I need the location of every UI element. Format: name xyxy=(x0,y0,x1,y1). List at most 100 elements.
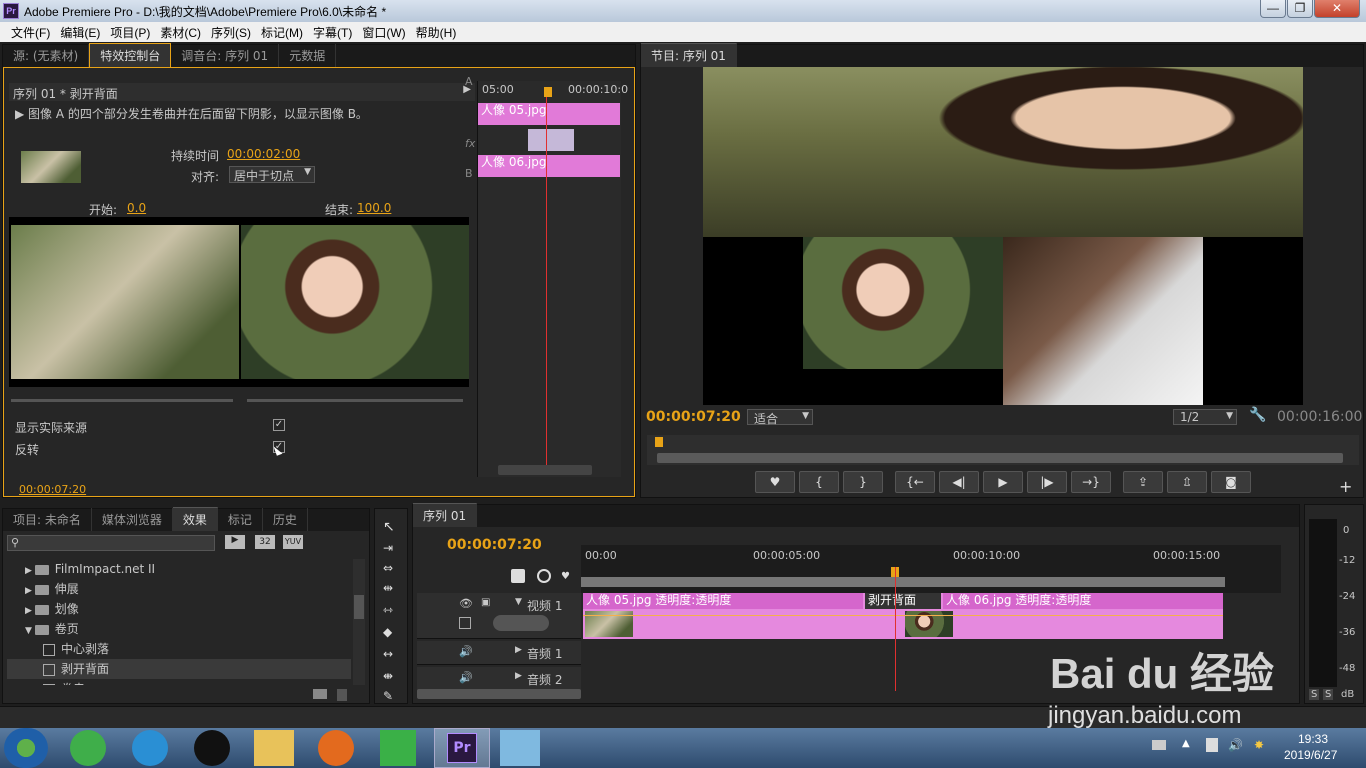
show-source-checkbox[interactable]: ✓ xyxy=(273,419,285,431)
pen-tool-icon[interactable]: ✎ xyxy=(383,689,393,703)
taskbar-browser360-icon[interactable] xyxy=(70,730,106,766)
go-to-out-button[interactable]: →} xyxy=(1071,471,1111,493)
tree-scroll-thumb[interactable] xyxy=(354,595,364,619)
slip-tool-icon[interactable]: ↔ xyxy=(383,647,393,661)
end-slider-track[interactable] xyxy=(247,399,463,402)
mark-in-button[interactable]: { xyxy=(799,471,839,493)
play-button[interactable]: ▶ xyxy=(983,471,1023,493)
menu-window[interactable]: 窗口(W) xyxy=(357,24,410,41)
set-encore-marker-icon[interactable] xyxy=(537,569,551,583)
mini-clip-b[interactable]: 人像 06.jpg xyxy=(478,155,620,177)
tree-item[interactable]: 剥开背面 xyxy=(7,659,351,679)
align-dropdown[interactable]: 居中于切点 ▼ xyxy=(229,166,315,183)
start-button[interactable] xyxy=(4,728,48,768)
tree-item[interactable]: ▶ 划像 xyxy=(7,599,351,619)
ripple-edit-tool-icon[interactable]: ⇔ xyxy=(383,561,393,575)
export-frame-button[interactable]: ◙ xyxy=(1211,471,1251,493)
tray-flag-icon[interactable] xyxy=(1206,738,1218,752)
minimize-button[interactable]: — xyxy=(1260,0,1286,18)
tray-keyboard-icon[interactable] xyxy=(1152,740,1166,750)
close-button[interactable]: ✕ xyxy=(1314,0,1360,18)
rate-stretch-tool-icon[interactable]: ⇿ xyxy=(383,603,393,617)
snap-icon[interactable] xyxy=(511,569,525,583)
chevron-down-icon[interactable]: ▼ xyxy=(25,626,35,636)
tab-program[interactable]: 节目: 序列 01 xyxy=(641,43,737,67)
step-back-button[interactable]: ◀| xyxy=(939,471,979,493)
tree-item[interactable]: ▶ 伸展 xyxy=(7,579,351,599)
transition-peel-back[interactable]: 剥开背面 xyxy=(865,593,941,609)
end-value[interactable]: 100.0 xyxy=(357,201,391,215)
timeline-zoom-scrollbar[interactable] xyxy=(417,689,581,699)
program-playhead-icon[interactable] xyxy=(655,437,663,447)
program-scrub-bar[interactable] xyxy=(647,435,1359,465)
tray-volume-icon[interactable]: 🔊 xyxy=(1228,738,1243,752)
track-select-tool-icon[interactable]: ⇥ xyxy=(383,541,393,555)
mini-clip-a[interactable]: 人像 05.jpg xyxy=(478,103,620,125)
step-forward-button[interactable]: |▶ xyxy=(1027,471,1067,493)
speaker-icon[interactable]: 🔊 xyxy=(459,645,473,658)
go-to-in-button[interactable]: {← xyxy=(895,471,935,493)
add-button-icon[interactable]: + xyxy=(1339,477,1352,496)
menu-project[interactable]: 项目(P) xyxy=(105,24,155,41)
tree-item[interactable]: 中心剥落 xyxy=(7,639,351,659)
chevron-right-icon[interactable]: ▶ xyxy=(25,606,35,616)
duration-value[interactable]: 00:00:02:00 xyxy=(227,147,300,161)
rolling-edit-tool-icon[interactable]: ⇹ xyxy=(383,581,393,595)
expand-track-icon[interactable]: ▼ xyxy=(515,597,522,607)
add-marker-button[interactable]: ♥ xyxy=(755,471,795,493)
tab-audio-mixer[interactable]: 调音台: 序列 01 xyxy=(171,44,280,67)
tree-item[interactable]: ▶ FilmImpact.net II xyxy=(7,559,351,579)
taskbar-camtasia-icon[interactable] xyxy=(380,730,416,766)
start-slider-track[interactable] xyxy=(11,399,233,402)
tab-history[interactable]: 历史 xyxy=(263,508,308,531)
start-value[interactable]: 0.0 xyxy=(127,201,146,215)
slide-tool-icon[interactable]: ⇼ xyxy=(383,669,393,683)
lift-button[interactable]: ⇪ xyxy=(1123,471,1163,493)
tab-metadata[interactable]: 元数据 xyxy=(279,44,337,67)
tree-item[interactable]: 卷走 xyxy=(7,679,351,685)
mark-out-button[interactable]: } xyxy=(843,471,883,493)
tab-effect-controls[interactable]: 特效控制台 xyxy=(89,43,172,67)
maximize-button[interactable]: ❐ xyxy=(1287,0,1313,18)
effect-current-time[interactable]: 00:00:07:20 xyxy=(19,483,86,496)
timeline-current-time[interactable]: 00:00:07:20 xyxy=(447,537,542,553)
clip-portrait-06[interactable]: 人像 06.jpg 透明度:透明度 xyxy=(943,593,1223,609)
selection-tool-icon[interactable]: ↖ xyxy=(383,519,395,535)
taskbar-firefox-icon[interactable] xyxy=(318,730,354,766)
taskbar-media-player-icon[interactable] xyxy=(132,730,168,766)
tab-media-browser[interactable]: 媒体浏览器 xyxy=(92,508,173,531)
work-area-bar[interactable] xyxy=(581,577,1225,587)
tab-project[interactable]: 项目: 未命名 xyxy=(3,508,92,531)
expand-track-icon[interactable]: ▶ xyxy=(515,671,522,681)
fit-dropdown[interactable]: 适合 ▼ xyxy=(747,409,813,426)
keyframe-nav-pill[interactable] xyxy=(493,615,549,631)
quality-dropdown[interactable]: 1/2 ▼ xyxy=(1173,409,1237,425)
clip-portrait-05[interactable]: 人像 05.jpg 透明度:透明度 xyxy=(583,593,863,609)
menu-file[interactable]: 文件(F) xyxy=(6,24,55,41)
program-zoom-scrollbar[interactable] xyxy=(657,453,1343,463)
display-style-icon[interactable] xyxy=(459,617,471,629)
tray-network-icon[interactable]: ✸ xyxy=(1254,738,1264,752)
tray-expand-icon[interactable]: ▲ xyxy=(1182,738,1190,749)
solo-left-button[interactable]: S xyxy=(1309,689,1320,700)
extract-button[interactable]: ⇫ xyxy=(1167,471,1207,493)
program-current-time[interactable]: 00:00:07:20 xyxy=(646,409,741,425)
tab-effects[interactable]: 效果 xyxy=(172,507,218,531)
menu-sequence[interactable]: 序列(S) xyxy=(206,24,256,41)
wrench-icon[interactable]: 🔧 xyxy=(1249,407,1266,423)
menu-title[interactable]: 字幕(T) xyxy=(308,24,357,41)
tab-source[interactable]: 源: (无素材) xyxy=(3,44,90,67)
razor-tool-icon[interactable]: ◆ xyxy=(383,625,392,639)
taskbar-premiere-button[interactable]: Pr xyxy=(434,728,490,768)
32bit-filter-icon[interactable]: 32 xyxy=(255,535,275,549)
mini-scrollbar[interactable] xyxy=(498,465,592,475)
timeline-ruler[interactable]: 00:00 00:00:05:00 00:00:10:00 00:00:15:0… xyxy=(581,545,1281,593)
add-marker-icon[interactable]: ♥ xyxy=(561,571,570,582)
menu-help[interactable]: 帮助(H) xyxy=(411,24,462,41)
accelerated-effects-icon[interactable]: ▶ xyxy=(225,535,245,549)
menu-edit[interactable]: 编辑(E) xyxy=(55,24,105,41)
mini-transition-block[interactable] xyxy=(528,129,574,151)
taskbar-notes-icon[interactable] xyxy=(500,730,540,766)
menu-marker[interactable]: 标记(M) xyxy=(256,24,308,41)
new-bin-icon[interactable] xyxy=(313,689,327,699)
